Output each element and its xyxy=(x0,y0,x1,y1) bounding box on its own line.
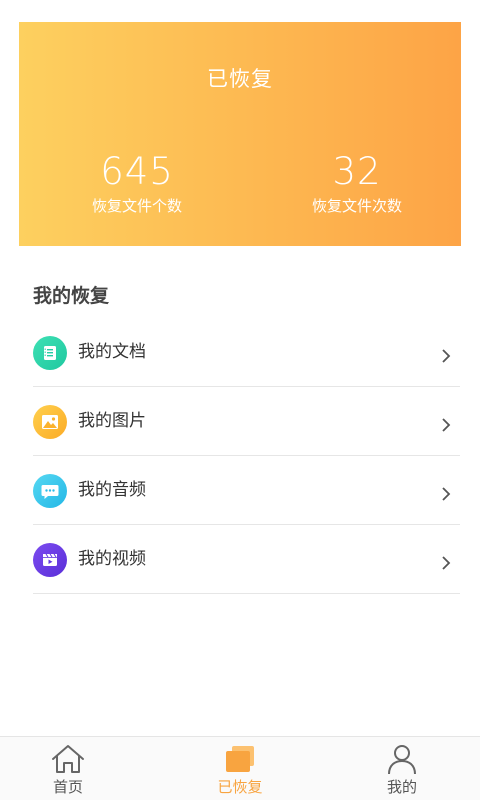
stat-recovery-times: 32 恢复文件次数 xyxy=(247,150,467,216)
home-icon xyxy=(52,745,84,773)
document-icon xyxy=(33,336,67,370)
banner-title: 已恢复 xyxy=(207,67,273,91)
tab-home-label: 首页 xyxy=(52,778,83,796)
tab-mine[interactable]: 我的 xyxy=(322,737,480,801)
chevron-right-icon xyxy=(442,349,451,363)
tab-recovered-label: 已恢复 xyxy=(217,778,263,796)
stat-file-count-label: 恢复文件个数 xyxy=(91,197,182,215)
stat-recovery-times-label: 恢复文件次数 xyxy=(311,197,402,215)
list-item-label: 我的文档 xyxy=(78,342,146,362)
stat-file-count-value: 645 xyxy=(100,150,174,193)
tab-recovered[interactable]: 已恢复 xyxy=(160,737,320,801)
list-item-audio[interactable]: 我的音频 xyxy=(33,456,460,525)
stats-banner: 已恢复 645 恢复文件个数 32 恢复文件次数 xyxy=(19,22,461,246)
bottom-tab-bar: 首页 已恢复 我的 xyxy=(0,736,480,800)
stat-file-count: 645 恢复文件个数 xyxy=(27,150,247,216)
list-item-label: 我的音频 xyxy=(78,480,146,500)
tab-home[interactable]: 首页 xyxy=(0,737,148,801)
list-item-label: 我的视频 xyxy=(78,549,146,569)
recovery-list: 我的文档 我的图片 我的音频 我的视频 xyxy=(33,318,460,594)
message-icon xyxy=(33,474,67,508)
stat-recovery-times-value: 32 xyxy=(332,150,382,193)
video-icon xyxy=(33,543,67,577)
image-icon xyxy=(33,405,67,439)
list-item-label: 我的图片 xyxy=(78,411,146,431)
stack-icon xyxy=(226,746,254,772)
chevron-right-icon xyxy=(442,418,451,432)
list-item-documents[interactable]: 我的文档 xyxy=(33,318,460,387)
section-title: 我的恢复 xyxy=(33,285,110,307)
user-icon xyxy=(388,745,416,775)
list-item-video[interactable]: 我的视频 xyxy=(33,525,460,594)
chevron-right-icon xyxy=(442,556,451,570)
tab-mine-label: 我的 xyxy=(386,778,417,796)
list-item-images[interactable]: 我的图片 xyxy=(33,387,460,456)
chevron-right-icon xyxy=(442,487,451,501)
